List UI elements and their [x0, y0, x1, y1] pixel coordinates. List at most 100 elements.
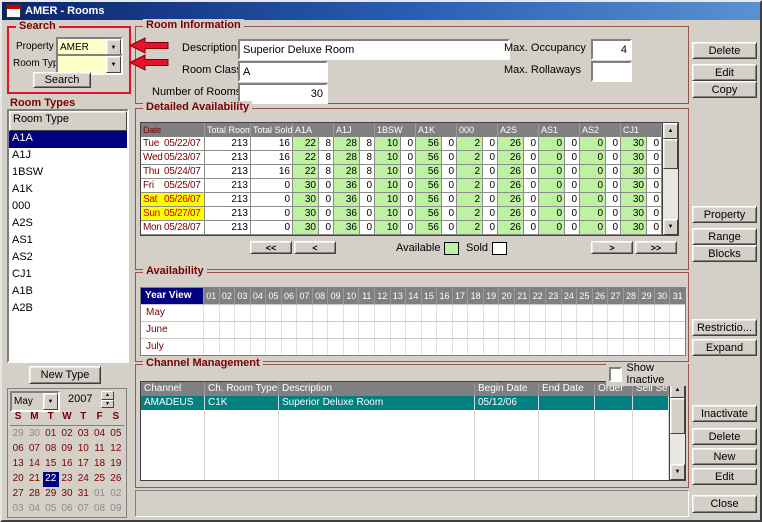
cm-scroll-track[interactable]	[670, 398, 685, 464]
room-type-item[interactable]: A1J	[9, 148, 127, 165]
calendar-day[interactable]: 09	[108, 502, 124, 517]
av-cell[interactable]	[374, 339, 390, 355]
calendar-day[interactable]: 19	[108, 457, 124, 472]
range-button[interactable]: Range	[692, 228, 757, 245]
room-type-item[interactable]: A2S	[9, 216, 127, 233]
calendar-month-dropdown-icon[interactable]: ▼	[43, 393, 58, 410]
room-type-item[interactable]: A1A	[9, 131, 127, 148]
room-type-item[interactable]: 000	[9, 199, 127, 216]
av-cell[interactable]	[545, 305, 561, 321]
av-cell[interactable]	[281, 305, 297, 321]
da-row[interactable]: Fri05/25/072130300360100560202600000300	[141, 179, 662, 193]
av-cell[interactable]	[576, 322, 592, 338]
av-cell[interactable]	[592, 339, 608, 355]
av-cell[interactable]	[592, 305, 608, 321]
av-cell[interactable]	[498, 339, 514, 355]
av-cell[interactable]	[607, 305, 623, 321]
av-cell[interactable]	[467, 339, 483, 355]
calendar-day[interactable]: 24	[75, 472, 91, 487]
av-cell[interactable]	[638, 322, 654, 338]
av-cell[interactable]	[312, 305, 328, 321]
spinner-up-icon[interactable]: ▲	[101, 391, 114, 400]
room-type-list-header[interactable]: Room Type	[9, 111, 127, 131]
av-cell[interactable]	[390, 339, 406, 355]
scroll-up-icon[interactable]: ▲	[663, 123, 678, 139]
calendar-day[interactable]: 04	[91, 427, 107, 442]
av-cell[interactable]	[296, 339, 312, 355]
av-cell[interactable]	[452, 339, 468, 355]
av-cell[interactable]	[529, 339, 545, 355]
edit-channel-button[interactable]: Edit	[692, 468, 757, 485]
av-cell[interactable]	[234, 339, 250, 355]
av-cell[interactable]	[436, 322, 452, 338]
calendar-day[interactable]: 15	[43, 457, 59, 472]
av-cell[interactable]	[654, 322, 670, 338]
av-cell[interactable]	[669, 322, 685, 338]
av-cell[interactable]	[312, 322, 328, 338]
room-type-item[interactable]: A1K	[9, 182, 127, 199]
search-button[interactable]: Search	[33, 72, 91, 88]
calendar-day[interactable]: 30	[59, 487, 75, 502]
calendar-year-spinner[interactable]: ▲ ▼	[101, 391, 114, 408]
av-cell[interactable]	[203, 339, 219, 355]
av-cell[interactable]	[343, 305, 359, 321]
calendar-day[interactable]: 03	[75, 427, 91, 442]
av-cell[interactable]	[467, 322, 483, 338]
delete-room-button[interactable]: Delete	[692, 42, 757, 59]
av-cell[interactable]	[296, 305, 312, 321]
av-cell[interactable]	[483, 322, 499, 338]
av-cell[interactable]	[436, 339, 452, 355]
calendar-day[interactable]: 22	[43, 472, 59, 487]
av-cell[interactable]	[576, 305, 592, 321]
av-cell[interactable]	[358, 322, 374, 338]
checkbox-icon[interactable]	[609, 367, 622, 382]
av-cell[interactable]	[638, 305, 654, 321]
av-cell[interactable]	[514, 322, 530, 338]
calendar-day[interactable]: 06	[10, 442, 26, 457]
calendar-day[interactable]: 08	[43, 442, 59, 457]
av-cell[interactable]	[452, 322, 468, 338]
av-cell[interactable]	[654, 305, 670, 321]
page-first-button[interactable]: <<	[250, 241, 292, 254]
room-type-combo-dropdown-icon[interactable]: ▼	[106, 56, 121, 73]
calendar-day[interactable]: 25	[91, 472, 107, 487]
av-cell[interactable]	[234, 322, 250, 338]
av-cell[interactable]	[265, 305, 281, 321]
expand-button[interactable]: Expand	[692, 339, 757, 356]
av-cell[interactable]	[607, 322, 623, 338]
av-cell[interactable]	[467, 305, 483, 321]
delete-channel-button[interactable]: Delete	[692, 428, 757, 445]
year-view-header[interactable]: Year View	[141, 288, 203, 304]
calendar-day[interactable]: 17	[75, 457, 91, 472]
av-cell[interactable]	[421, 339, 437, 355]
cm-scroll-thumb[interactable]	[670, 398, 685, 434]
av-cell[interactable]	[421, 305, 437, 321]
calendar-day[interactable]: 01	[43, 427, 59, 442]
calendar-day[interactable]: 08	[91, 502, 107, 517]
channel-row[interactable]: AMADEUSC1KSuperior Deluxe Room05/12/06	[141, 396, 669, 410]
calendar-day[interactable]: 11	[91, 442, 107, 457]
av-cell[interactable]	[452, 305, 468, 321]
av-cell[interactable]	[623, 305, 639, 321]
calendar-day[interactable]: 30	[26, 427, 42, 442]
av-cell[interactable]	[296, 322, 312, 338]
room-type-item[interactable]: AS1	[9, 233, 127, 250]
calendar-day[interactable]: 29	[10, 427, 26, 442]
da-row[interactable]: Sat05/26/072130300360100560202600000300	[141, 193, 662, 207]
edit-room-button[interactable]: Edit	[692, 64, 757, 81]
av-cell[interactable]	[405, 305, 421, 321]
calendar-day[interactable]: 14	[26, 457, 42, 472]
av-cell[interactable]	[390, 305, 406, 321]
calendar-day[interactable]: 07	[26, 442, 42, 457]
calendar-day[interactable]: 13	[10, 457, 26, 472]
calendar-day[interactable]: 27	[10, 487, 26, 502]
av-cell[interactable]	[358, 305, 374, 321]
calendar-day[interactable]: 10	[75, 442, 91, 457]
room-type-item[interactable]: A1B	[9, 284, 127, 301]
av-cell[interactable]	[561, 305, 577, 321]
av-cell[interactable]	[265, 339, 281, 355]
av-cell[interactable]	[561, 339, 577, 355]
av-cell[interactable]	[219, 305, 235, 321]
calendar-day[interactable]: 16	[59, 457, 75, 472]
av-cell[interactable]	[638, 339, 654, 355]
